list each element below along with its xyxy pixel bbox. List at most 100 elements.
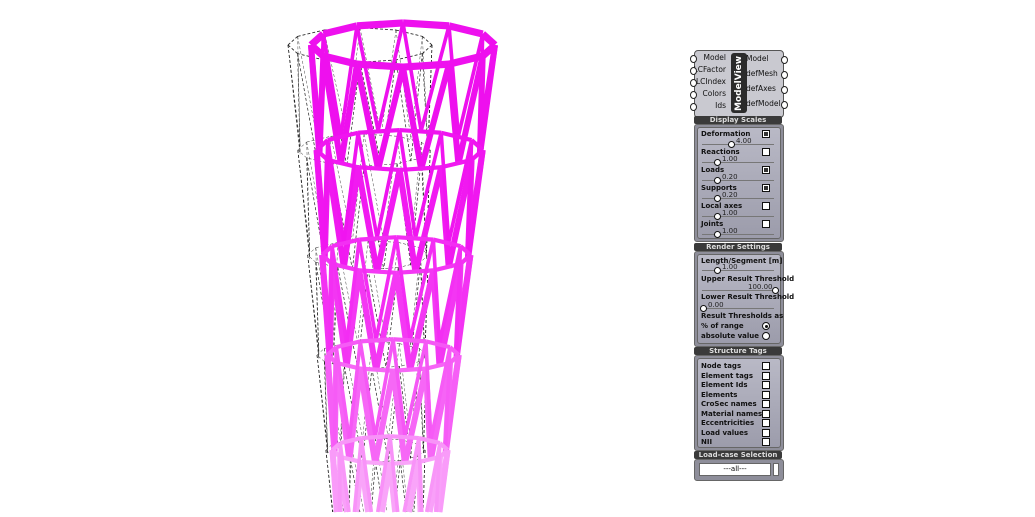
member [417,437,424,513]
tag-label: Elements [701,390,738,399]
tag-label: Material names [701,409,763,418]
scale-checkbox[interactable] [762,184,770,192]
input-lcindex: LCIndex [695,77,726,86]
input-lcfactor: LCFactor [693,65,726,74]
tag-checkbox[interactable] [762,362,770,370]
tag-checkbox[interactable] [762,438,770,446]
render-settings-panel: Length/Segment [m] 1.00 Upper Result Thr… [694,251,794,347]
scale-slider[interactable]: 1.00 [702,227,774,238]
display-scales-header[interactable]: Display Scales [694,116,782,124]
scale-checkbox[interactable] [762,202,770,210]
slider-knob[interactable] [714,177,721,184]
slider-knob[interactable] [728,141,735,148]
scale-slider[interactable]: 4.00 [702,137,774,148]
input-port[interactable] [690,103,697,111]
scale-value: 1.00 [722,227,738,235]
input-port[interactable] [690,67,697,75]
tag-checkbox[interactable] [762,400,770,408]
tag-checkbox[interactable] [762,419,770,427]
member [356,19,404,30]
member [422,44,433,54]
scale-value: 1.00 [722,209,738,217]
slider-knob[interactable] [714,159,721,166]
upper-threshold-label: Upper Result Threshold [701,275,795,283]
loadcase-panel: ---all--- [694,459,784,481]
member [396,235,434,242]
output-port[interactable] [781,86,788,94]
output-port[interactable] [781,56,788,64]
member [322,22,358,38]
member [480,31,498,48]
member [389,434,419,441]
scale-slider[interactable]: 1.00 [702,209,774,220]
pct-range-radio[interactable] [762,322,770,330]
structure-tags-panel: Node tags Element tags Element Ids Elements… [694,355,784,451]
component-title: ModelView [731,53,747,113]
output-port[interactable] [781,71,788,79]
display-scales-panel: Deformation 4.00 Reactions 1.00 Loads 0.20… [694,124,784,242]
scale-value: 0.20 [722,191,738,199]
output-defmodel: defModel [746,99,781,108]
length-segment-slider[interactable]: 1.00 [702,263,774,274]
pct-range-label: % of range [701,322,744,330]
input-colors: Colors [702,89,727,98]
input-port[interactable] [690,79,697,87]
member [287,44,298,54]
lower-threshold-slider[interactable]: 0.00 [700,301,774,312]
member [307,254,316,263]
structure-tags-header[interactable]: Structure Tags [694,347,782,355]
input-port[interactable] [690,55,697,63]
tag-label: Load values [701,428,749,437]
tag-label: Element tags [701,371,753,380]
slider-knob[interactable] [714,195,721,202]
input-port[interactable] [690,91,697,99]
upper-threshold-value: 100.00 [748,283,773,291]
member [329,449,340,513]
tag-label: CroSec names [701,400,757,408]
output-port[interactable] [781,101,788,109]
upper-threshold-slider[interactable]: 100.00 [702,283,779,294]
length-segment-value: 1.00 [722,263,738,271]
input-model: Model [703,53,726,62]
tag-label: NII [701,438,713,446]
member [316,354,325,362]
loadcase-select[interactable]: ---all--- [699,463,771,476]
scale-checkbox[interactable] [762,220,770,228]
output-defaxes: defAxes [746,84,776,93]
render-settings-header[interactable]: Render Settings [694,243,782,251]
scale-slider[interactable]: 0.20 [702,191,774,202]
slider-knob[interactable] [714,231,721,238]
scale-label: Loads [701,166,725,174]
member [337,443,343,513]
loadcase-scrollbar[interactable] [773,463,779,476]
tag-checkbox[interactable] [762,371,770,380]
member [315,262,320,359]
lower-threshold-value: 0.00 [708,301,724,309]
model-viewport[interactable] [0,0,1035,517]
scale-checkbox[interactable] [762,130,770,138]
input-ids: Ids [715,101,726,110]
absolute-value-radio[interactable] [762,332,770,340]
slider-knob[interactable] [714,267,721,274]
tag-label: Element Ids [701,381,748,389]
output-defmesh: defMesh [746,69,778,78]
tag-checkbox[interactable] [762,409,770,418]
member [392,337,427,344]
tag-label: Eccentricities [701,419,755,427]
slider-knob[interactable] [700,305,707,312]
tag-checkbox[interactable] [762,390,770,399]
member [361,434,391,441]
lower-threshold-label: Lower Result Threshold [701,293,795,301]
slider-knob[interactable] [714,213,721,220]
tag-checkbox[interactable] [762,428,770,437]
scale-slider[interactable]: 0.20 [702,173,774,184]
scale-checkbox[interactable] [762,148,770,156]
scale-value: 1.00 [722,155,738,163]
tag-checkbox[interactable] [762,381,770,389]
member [359,62,382,166]
scale-slider[interactable]: 1.00 [702,155,774,166]
scale-checkbox[interactable] [762,166,770,174]
loadcase-header[interactable]: Load-case Selection [694,451,782,459]
length-segment-label: Length/Segment [m] [701,257,783,265]
member [422,36,433,46]
